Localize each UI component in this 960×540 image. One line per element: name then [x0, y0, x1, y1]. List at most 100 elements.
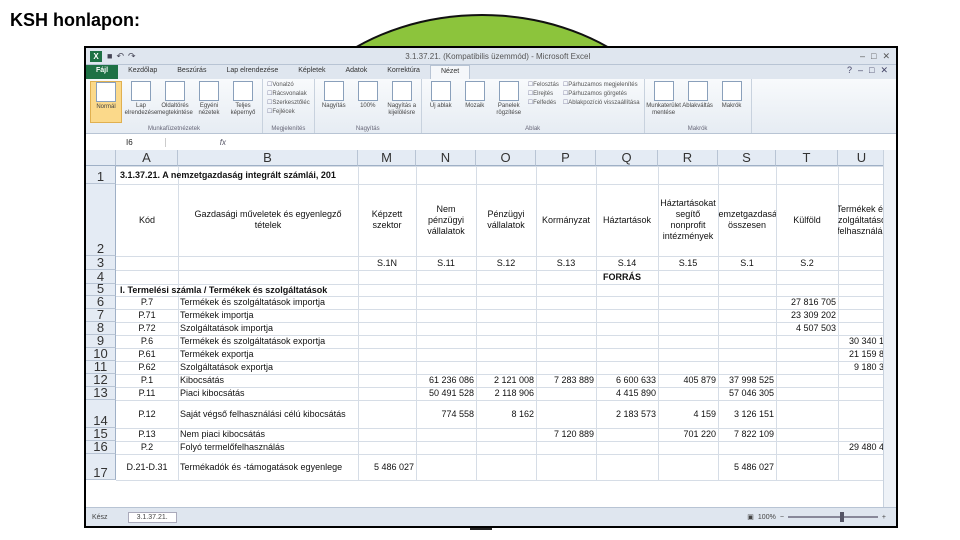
spreadsheet-grid[interactable]: A B M N O P Q R S T U 1 2 3 4 5 6 7 8 9 10 11 12 13 14 15 16 17 3.1.… — [86, 150, 896, 508]
redo-icon[interactable]: ↷ — [128, 51, 136, 62]
value-cell[interactable] — [536, 335, 596, 348]
value-cell[interactable] — [536, 400, 596, 428]
value-cell[interactable] — [776, 335, 838, 348]
tab-1[interactable]: Kezdőlap — [118, 65, 167, 79]
value-cell[interactable] — [596, 454, 658, 480]
sheet-tab[interactable]: 3.1.37.21. — [127, 511, 177, 523]
value-cell[interactable] — [536, 361, 596, 374]
ribbon-small-item[interactable]: Fejlécek — [267, 108, 310, 115]
value-cell[interactable] — [416, 361, 476, 374]
value-cell[interactable] — [838, 322, 886, 335]
value-cell[interactable]: 29 480 4 — [838, 441, 886, 454]
value-cell[interactable] — [536, 348, 596, 361]
value-cell[interactable]: 4 159 — [658, 400, 718, 428]
value-cell[interactable] — [718, 322, 776, 335]
row-header[interactable]: 16 — [86, 440, 116, 454]
select-all-corner[interactable] — [86, 150, 116, 166]
code-cell[interactable]: P.7 — [116, 296, 178, 309]
value-cell[interactable] — [536, 309, 596, 322]
header-col[interactable]: Nem pénzügyi vállalatok — [416, 184, 476, 256]
vertical-scrollbar[interactable] — [883, 150, 896, 508]
value-cell[interactable]: 2 121 008 — [476, 374, 536, 387]
sector-code[interactable]: S.1N — [358, 256, 416, 270]
code-cell[interactable]: P.13 — [116, 428, 178, 441]
value-cell[interactable] — [416, 454, 476, 480]
value-cell[interactable]: 7 822 109 — [718, 428, 776, 441]
ribbon-small-item[interactable]: Ablakpozíció visszaállítása — [563, 99, 639, 106]
value-cell[interactable] — [658, 335, 718, 348]
value-cell[interactable] — [416, 296, 476, 309]
value-cell[interactable] — [476, 348, 536, 361]
operation-cell[interactable]: Termékek és szolgáltatások importja — [178, 296, 358, 309]
header-kod[interactable]: Kód — [116, 184, 178, 256]
ribbon-button[interactable]: Ablakváltás — [682, 81, 713, 123]
row-header[interactable]: 2 — [86, 184, 116, 256]
code-cell[interactable]: P.12 — [116, 400, 178, 428]
value-cell[interactable]: 7 283 889 — [536, 374, 596, 387]
value-cell[interactable] — [658, 296, 718, 309]
save-icon[interactable]: ■ — [107, 51, 112, 62]
forras-label[interactable]: FORRÁS — [358, 270, 886, 284]
ribbon-button[interactable]: 100% — [353, 81, 383, 123]
value-cell[interactable] — [476, 309, 536, 322]
value-cell[interactable] — [358, 309, 416, 322]
value-cell[interactable]: 405 879 — [658, 374, 718, 387]
code-cell[interactable]: P.1 — [116, 374, 178, 387]
value-cell[interactable]: 774 558 — [416, 400, 476, 428]
ribbon-small-item[interactable]: Párhuzamos megjelenítés — [563, 81, 640, 88]
value-cell[interactable] — [596, 296, 658, 309]
header-col[interactable]: Kormányzat — [536, 184, 596, 256]
value-cell[interactable] — [658, 361, 718, 374]
ribbon-small-item[interactable]: Vonalzó — [267, 81, 310, 88]
value-cell[interactable] — [596, 322, 658, 335]
value-cell[interactable] — [358, 335, 416, 348]
value-cell[interactable] — [476, 335, 536, 348]
value-cell[interactable] — [358, 361, 416, 374]
value-cell[interactable]: 50 491 528 — [416, 387, 476, 400]
value-cell[interactable]: 7 120 889 — [536, 428, 596, 441]
tab-5[interactable]: Adatok — [335, 65, 377, 79]
value-cell[interactable] — [358, 284, 416, 296]
value-cell[interactable] — [416, 309, 476, 322]
operation-cell[interactable]: Termékek exportja — [178, 348, 358, 361]
value-cell[interactable] — [476, 361, 536, 374]
value-cell[interactable] — [416, 322, 476, 335]
header-col[interactable]: Termékek és szolgáltatások (felhasználás… — [838, 184, 886, 256]
value-cell[interactable] — [416, 348, 476, 361]
value-cell[interactable] — [596, 309, 658, 322]
code-cell[interactable]: P.2 — [116, 441, 178, 454]
ribbon-small-item[interactable]: Elrejtés — [528, 90, 559, 97]
ribbon-button[interactable]: Nagyítás a kijelölésre — [387, 81, 417, 123]
tab-6[interactable]: Korrektúra — [377, 65, 430, 79]
sector-code[interactable]: S.11 — [416, 256, 476, 270]
zoom-slider-thumb[interactable] — [839, 512, 844, 522]
ribbon-button[interactable]: Egyéni nézetek — [194, 81, 224, 123]
column-header-B[interactable]: B — [178, 150, 358, 166]
ribbon-button[interactable]: Makrók — [717, 81, 747, 123]
value-cell[interactable] — [776, 374, 838, 387]
operation-cell[interactable]: Kibocsátás — [178, 374, 358, 387]
column-header-U[interactable]: U — [838, 150, 886, 166]
tab-0[interactable]: Fájl — [86, 65, 119, 79]
value-cell[interactable] — [718, 348, 776, 361]
value-cell[interactable] — [838, 296, 886, 309]
header-muvelet[interactable]: Gazdasági műveletek és egyenlegző tétele… — [178, 184, 358, 256]
value-cell[interactable] — [358, 400, 416, 428]
value-cell[interactable] — [536, 441, 596, 454]
column-header-S[interactable]: S — [718, 150, 776, 166]
ribbon-button[interactable]: Új ablak — [426, 81, 456, 123]
value-cell[interactable] — [358, 441, 416, 454]
name-box[interactable]: I6 — [86, 137, 166, 147]
sheet-title-cell[interactable]: 3.1.37.21. A nemzetgazdaság integrált sz… — [118, 166, 398, 184]
value-cell[interactable] — [718, 361, 776, 374]
value-cell[interactable] — [776, 361, 838, 374]
value-cell[interactable] — [596, 348, 658, 361]
ribbon-button[interactable]: Oldaltörés megtekintése — [157, 81, 193, 123]
value-cell[interactable]: 5 486 027 — [358, 454, 416, 480]
value-cell[interactable] — [536, 454, 596, 480]
header-col[interactable]: Nemzetgazdaság összesen — [718, 184, 776, 256]
sector-code[interactable]: S.15 — [658, 256, 718, 270]
ribbon-small-item[interactable]: Felfedés — [528, 99, 559, 106]
value-cell[interactable] — [476, 296, 536, 309]
value-cell[interactable] — [476, 284, 536, 296]
